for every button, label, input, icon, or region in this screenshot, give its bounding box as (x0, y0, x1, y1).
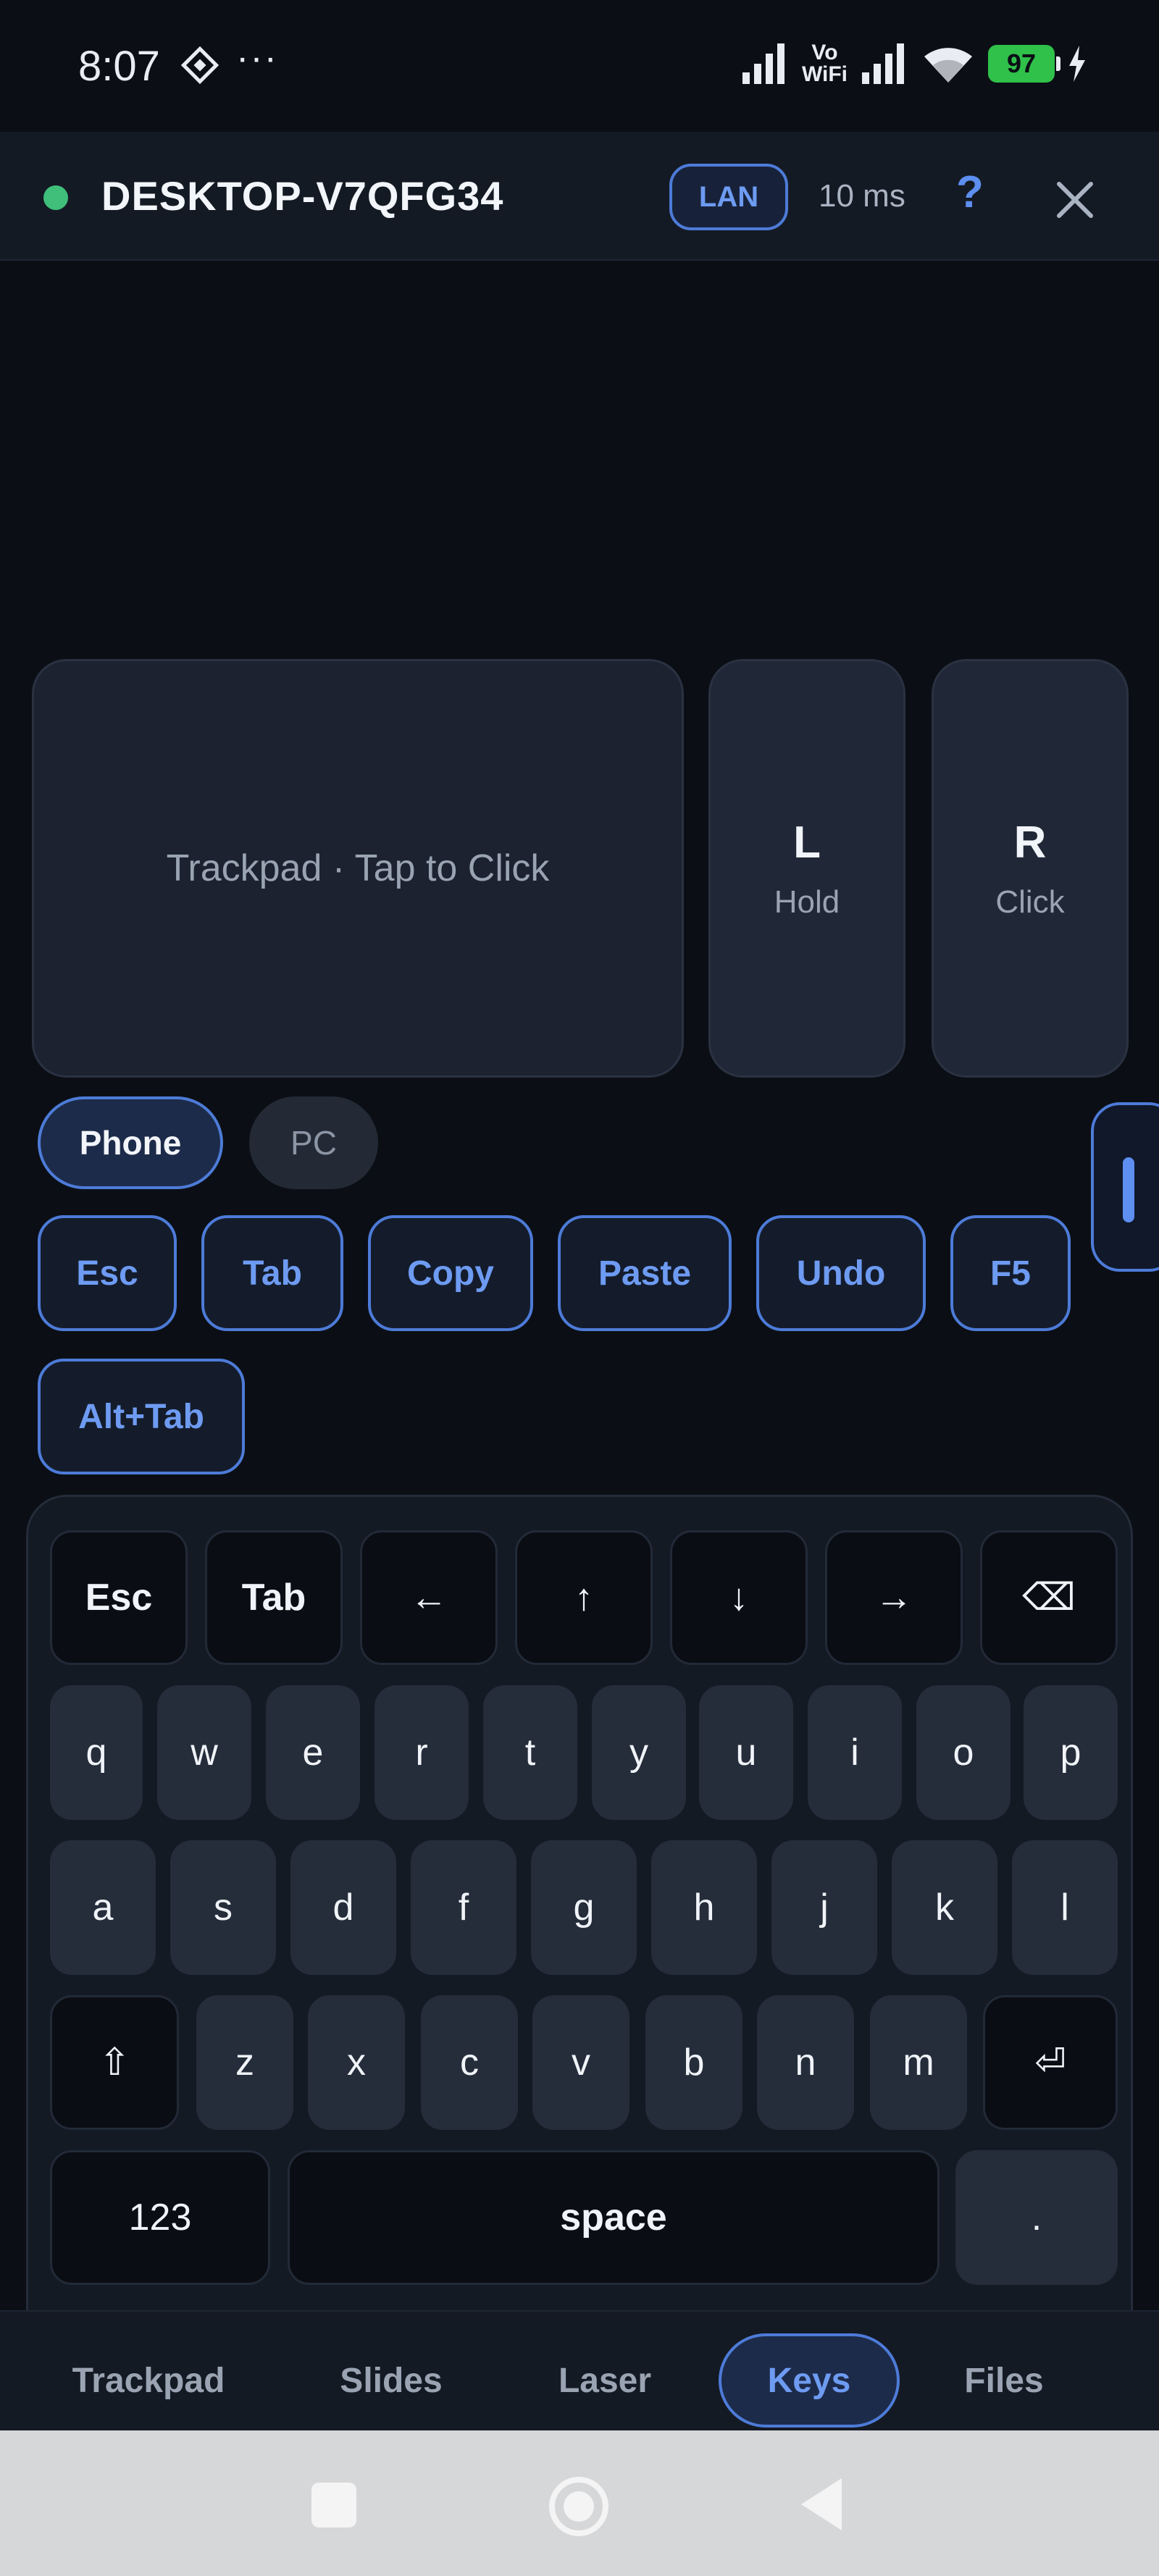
back-icon[interactable] (801, 2478, 842, 2530)
app-notification-icon (180, 46, 219, 85)
drawer-grip-icon (1123, 1157, 1134, 1222)
key-t[interactable]: t (483, 1685, 577, 1820)
charging-icon (1069, 46, 1085, 82)
trackpad-surface[interactable]: Trackpad · Tap to Click (32, 659, 684, 1078)
key-y[interactable]: y (592, 1685, 686, 1820)
key-esc[interactable]: Esc (50, 1530, 188, 1665)
side-drawer-handle[interactable] (1091, 1102, 1159, 1272)
key-o[interactable]: o (916, 1685, 1011, 1820)
battery-icon: 97 (988, 45, 1060, 83)
help-button[interactable]: ? (956, 167, 984, 218)
shortcut-alt-tab[interactable]: Alt+Tab (38, 1359, 245, 1474)
left-button-hint: Hold (774, 884, 840, 920)
key-r[interactable]: r (375, 1685, 469, 1820)
more-notifications-indicator: ··· (236, 37, 278, 79)
tab-keys[interactable]: Keys (719, 2333, 900, 2428)
trackpad-label: Trackpad · Tap to Click (166, 847, 550, 889)
recent-apps-icon[interactable] (311, 2483, 356, 2527)
key-c[interactable]: c (421, 1995, 518, 2130)
virtual-keyboard: Esc Tab ← ↑ ↓ → ⌫ q w e r t y u i o p a … (26, 1495, 1133, 2320)
key-i[interactable]: i (808, 1685, 902, 1820)
mode-pc-toggle[interactable]: PC (249, 1096, 378, 1189)
key-z[interactable]: z (196, 1995, 293, 2130)
connection-status-dot (43, 185, 68, 210)
key-d[interactable]: d (290, 1840, 396, 1975)
key-a[interactable]: a (50, 1840, 156, 1975)
tab-laser[interactable]: Laser (514, 2333, 695, 2428)
tab-files[interactable]: Files (917, 2333, 1091, 2428)
connection-header: DESKTOP-V7QFG34 LAN 10 ms ? (0, 132, 1159, 261)
mode-phone-toggle[interactable]: Phone (38, 1096, 223, 1189)
left-mouse-button[interactable]: L Hold (708, 659, 905, 1078)
home-icon[interactable] (549, 2477, 608, 2536)
key-arrow-up[interactable]: ↑ (515, 1530, 653, 1665)
bottom-tab-bar: Trackpad Slides Laser Keys Files (0, 2310, 1159, 2430)
key-tab[interactable]: Tab (205, 1530, 343, 1665)
key-b[interactable]: b (645, 1995, 742, 2130)
key-backspace[interactable]: ⌫ (980, 1530, 1118, 1665)
tab-trackpad[interactable]: Trackpad (43, 2333, 254, 2428)
latency-readout: 10 ms (819, 178, 905, 214)
tab-slides[interactable]: Slides (290, 2333, 493, 2428)
wifi-icon (924, 48, 972, 83)
status-icons: Vo WiFi 97 (741, 38, 1087, 90)
key-enter[interactable]: ⏎ (983, 1995, 1118, 2130)
key-s[interactable]: s (170, 1840, 276, 1975)
status-bar: 8:07 ··· Vo WiFi 97 (0, 0, 1159, 132)
signal-icon (862, 43, 904, 84)
key-m[interactable]: m (870, 1995, 967, 2130)
key-w[interactable]: w (157, 1685, 251, 1820)
key-arrow-down[interactable]: ↓ (670, 1530, 808, 1665)
key-space[interactable]: space (288, 2150, 940, 2285)
right-button-hint: Click (995, 884, 1065, 920)
status-time: 8:07 (78, 43, 160, 90)
host-name: DESKTOP-V7QFG34 (101, 173, 504, 219)
key-v[interactable]: v (532, 1995, 629, 2130)
connection-type-badge[interactable]: LAN (669, 164, 788, 230)
key-arrow-right[interactable]: → (825, 1530, 963, 1665)
key-g[interactable]: g (531, 1840, 637, 1975)
key-j[interactable]: j (771, 1840, 877, 1975)
shortcut-paste[interactable]: Paste (558, 1215, 732, 1331)
key-n[interactable]: n (757, 1995, 854, 2130)
key-p[interactable]: p (1024, 1685, 1118, 1820)
right-button-label: R (1013, 817, 1047, 868)
shortcut-esc[interactable]: Esc (38, 1215, 177, 1331)
close-icon[interactable] (1052, 177, 1098, 223)
system-navigation-bar (0, 2430, 1159, 2576)
key-u[interactable]: u (699, 1685, 793, 1820)
vowifi-icon: Vo WiFi (801, 41, 848, 86)
key-l[interactable]: l (1012, 1840, 1118, 1975)
key-h[interactable]: h (651, 1840, 757, 1975)
right-mouse-button[interactable]: R Click (932, 659, 1129, 1078)
left-button-label: L (793, 817, 821, 868)
key-shift[interactable]: ⇧ (50, 1995, 179, 2130)
shortcut-undo[interactable]: Undo (756, 1215, 926, 1331)
key-f[interactable]: f (411, 1840, 516, 1975)
shortcut-tab[interactable]: Tab (201, 1215, 343, 1331)
key-x[interactable]: x (308, 1995, 405, 2130)
key-q[interactable]: q (50, 1685, 143, 1820)
key-period[interactable]: . (955, 2150, 1118, 2285)
signal-icon (742, 43, 784, 84)
shortcut-copy[interactable]: Copy (368, 1215, 533, 1331)
key-numbers[interactable]: 123 (50, 2150, 270, 2285)
key-k[interactable]: k (892, 1840, 997, 1975)
key-e[interactable]: e (266, 1685, 360, 1820)
shortcut-f5[interactable]: F5 (950, 1215, 1071, 1331)
key-arrow-left[interactable]: ← (360, 1530, 498, 1665)
